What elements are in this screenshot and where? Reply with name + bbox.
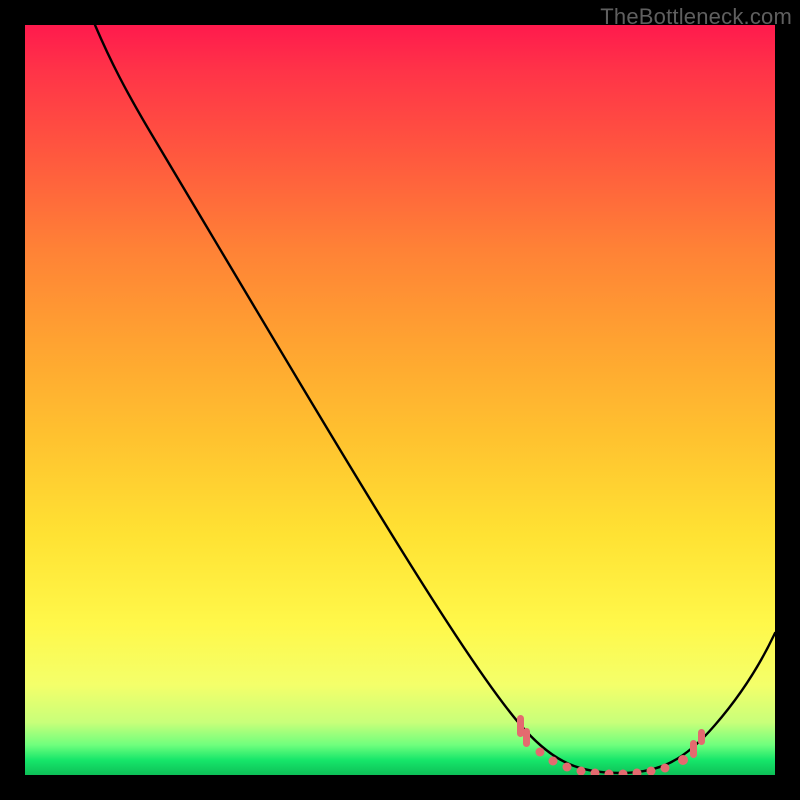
- chart-area: [25, 25, 775, 775]
- highlight-dots: [517, 715, 705, 775]
- bottleneck-curve: [95, 25, 775, 773]
- watermark-text: TheBottleneck.com: [600, 4, 792, 30]
- chart-svg: [25, 25, 775, 775]
